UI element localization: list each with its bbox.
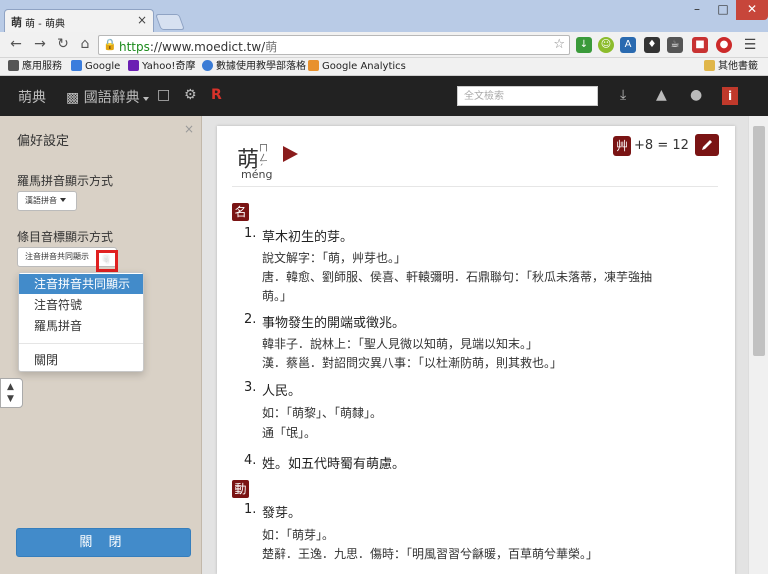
menu-item-pinyin[interactable]: 羅馬拼音: [19, 316, 143, 336]
def-quote: 韓非子．說林上：「聖人見微以知萌，見端以知末。」: [262, 337, 539, 351]
def-text: 草木初生的芽。: [262, 230, 354, 245]
romanization-select[interactable]: 漢語拼音: [17, 191, 77, 211]
bookmark-apps[interactable]: 應用服務: [8, 60, 62, 74]
apple-icon[interactable]: ●: [690, 87, 702, 103]
close-preferences-button[interactable]: 關 閉: [16, 528, 191, 557]
chrome-menu-icon[interactable]: ☰: [742, 37, 758, 53]
def-quote: 楚辭．王逸．九思．傷時：「明風習習兮龢暖，百草萌兮華榮。」: [262, 547, 599, 561]
pencil-icon: [702, 140, 712, 150]
new-tab-button[interactable]: [155, 14, 185, 30]
record-ext-icon[interactable]: ●: [716, 37, 732, 53]
globe-icon: [202, 60, 213, 71]
chevron-down-icon[interactable]: ▼: [7, 394, 14, 404]
def-number: 1.: [244, 502, 257, 517]
play-audio-icon[interactable]: [283, 146, 298, 162]
phonetic-dropdown-menu: 注音拼音共同顯示 注音符號 羅馬拼音 關閉: [18, 272, 144, 372]
download-ext-icon[interactable]: ↓: [576, 37, 592, 53]
def-text: 人民。: [262, 384, 302, 399]
def-number: 3.: [244, 380, 257, 395]
back-arrow-icon[interactable]: ←: [8, 36, 24, 52]
menu-item-off[interactable]: 關閉: [19, 350, 143, 370]
analytics-icon: [308, 60, 319, 71]
address-url: https://www.moedict.tw/萌: [119, 40, 278, 54]
bookmark-yahoo[interactable]: Yahoo!奇摩: [128, 60, 195, 74]
yahoo-icon: [128, 60, 139, 71]
chevron-up-icon[interactable]: ▲: [7, 382, 14, 392]
site-navbar: 萌典 ▩ 國語辭典 □ ⚙ R ⤓ ▲ ● i: [0, 76, 768, 116]
lock-icon: 🔒: [103, 38, 117, 51]
def-quote: 通「氓」。: [262, 426, 317, 440]
window-minimize-button[interactable]: –: [684, 0, 710, 20]
headword-pinyin: méng: [241, 168, 273, 181]
preferences-title: 偏好設定: [17, 134, 70, 149]
def-quote: 唐．韓愈、劉師服、侯喜、軒轅彌明．石鼎聯句：「秋瓜未落蒂，凍芋強抽: [262, 270, 653, 284]
pointer-cursor-icon: ☟: [103, 255, 110, 266]
scrollbar-thumb[interactable]: [753, 126, 765, 356]
pos-badge-verb: 動: [232, 480, 249, 498]
bookmark-ext-icon[interactable]: ■: [692, 37, 708, 53]
edit-button[interactable]: [695, 134, 719, 156]
preferences-close-icon[interactable]: ×: [184, 122, 194, 136]
fulltext-search-input[interactable]: [457, 86, 598, 106]
dictionary-menu[interactable]: ▩ 國語辭典: [66, 87, 149, 107]
bookmarks-bar: 應用服務 Google Yahoo!奇摩 數據使用教學部落格 Google An…: [0, 58, 768, 76]
chevron-down-icon: [60, 198, 66, 202]
download-icon[interactable]: ⤓: [620, 87, 626, 103]
def-number: 1.: [244, 226, 257, 241]
android-icon[interactable]: ▲: [656, 87, 667, 103]
def-text: 事物發生的開端或徵兆。: [262, 316, 406, 331]
def-quote: 萌。」: [262, 289, 293, 303]
home-icon[interactable]: ⌂: [77, 36, 93, 52]
page-scrollbar[interactable]: [748, 116, 768, 574]
radical-icon[interactable]: R: [211, 87, 222, 103]
evernote-ext-icon[interactable]: ♦: [644, 37, 660, 53]
folder-icon: [704, 60, 715, 71]
window-maximize-button[interactable]: □: [710, 0, 736, 20]
site-logo[interactable]: 萌典: [18, 87, 46, 107]
info-icon[interactable]: i: [722, 87, 738, 105]
apps-grid-icon: [8, 60, 19, 71]
translate-ext-icon[interactable]: A: [620, 37, 636, 53]
address-bar[interactable]: 🔒 https://www.moedict.tw/萌 ☆: [98, 35, 570, 55]
window-close-button[interactable]: ✕: [736, 0, 768, 20]
def-text: 發芽。: [262, 506, 302, 521]
entry-divider: [232, 186, 718, 187]
phonetic-label: 條目音標顯示方式: [17, 230, 114, 244]
def-number: 4.: [244, 453, 257, 468]
bookmark-star-icon[interactable]: ☆: [553, 37, 565, 52]
def-quote: 漢．蔡邕．對詔問灾異八事：「以杜漸防萌，則其救也。」: [262, 356, 563, 370]
romanization-label: 羅馬拼音顯示方式: [17, 174, 114, 188]
pos-badge-noun: 名: [232, 203, 249, 221]
menu-item-bopomofo[interactable]: 注音符號: [19, 295, 143, 315]
bookmark-icon[interactable]: □: [157, 87, 170, 103]
site-favicon-icon: 萌: [11, 16, 22, 29]
gear-icon[interactable]: ⚙: [184, 87, 197, 103]
coffee-ext-icon[interactable]: ☕: [667, 37, 683, 53]
google-icon: [71, 60, 82, 71]
browser-tab-active[interactable]: 萌 萌 - 萌典 ×: [4, 9, 154, 32]
tab-title: 萌 - 萌典: [25, 19, 65, 30]
bookmark-other[interactable]: 其他書籤: [704, 60, 758, 74]
forward-arrow-icon[interactable]: →: [32, 36, 48, 52]
bookmark-analytics[interactable]: Google Analytics: [308, 60, 406, 74]
smiley-ext-icon[interactable]: ☺: [598, 37, 614, 53]
dropdown-caret-highlight[interactable]: ☟: [96, 250, 118, 272]
reload-icon[interactable]: ↻: [55, 36, 71, 52]
def-text: 姓。如五代時蜀有萌慮。: [262, 457, 406, 472]
def-quote: 如：「萌芽」。: [262, 528, 335, 542]
browser-titlebar: 萌 萌 - 萌典 × – □ ✕: [0, 0, 768, 32]
radical-badge[interactable]: 艸: [613, 136, 631, 156]
def-quote: 如：「萌黎」、「萌隸」。: [262, 406, 383, 420]
bookmark-google[interactable]: Google: [71, 60, 120, 74]
font-size-stepper[interactable]: ▲ ▼: [0, 378, 23, 408]
tab-close-icon[interactable]: ×: [137, 13, 147, 27]
bookmark-blog[interactable]: 數據使用教學部落格: [202, 60, 306, 74]
menu-divider: [19, 343, 143, 344]
def-quote: 說文解字：「萌，艸芽也。」: [262, 251, 407, 265]
def-number: 2.: [244, 312, 257, 327]
stroke-count: +8 = 12: [634, 138, 689, 153]
menu-item-combined[interactable]: 注音拼音共同顯示: [19, 274, 143, 294]
